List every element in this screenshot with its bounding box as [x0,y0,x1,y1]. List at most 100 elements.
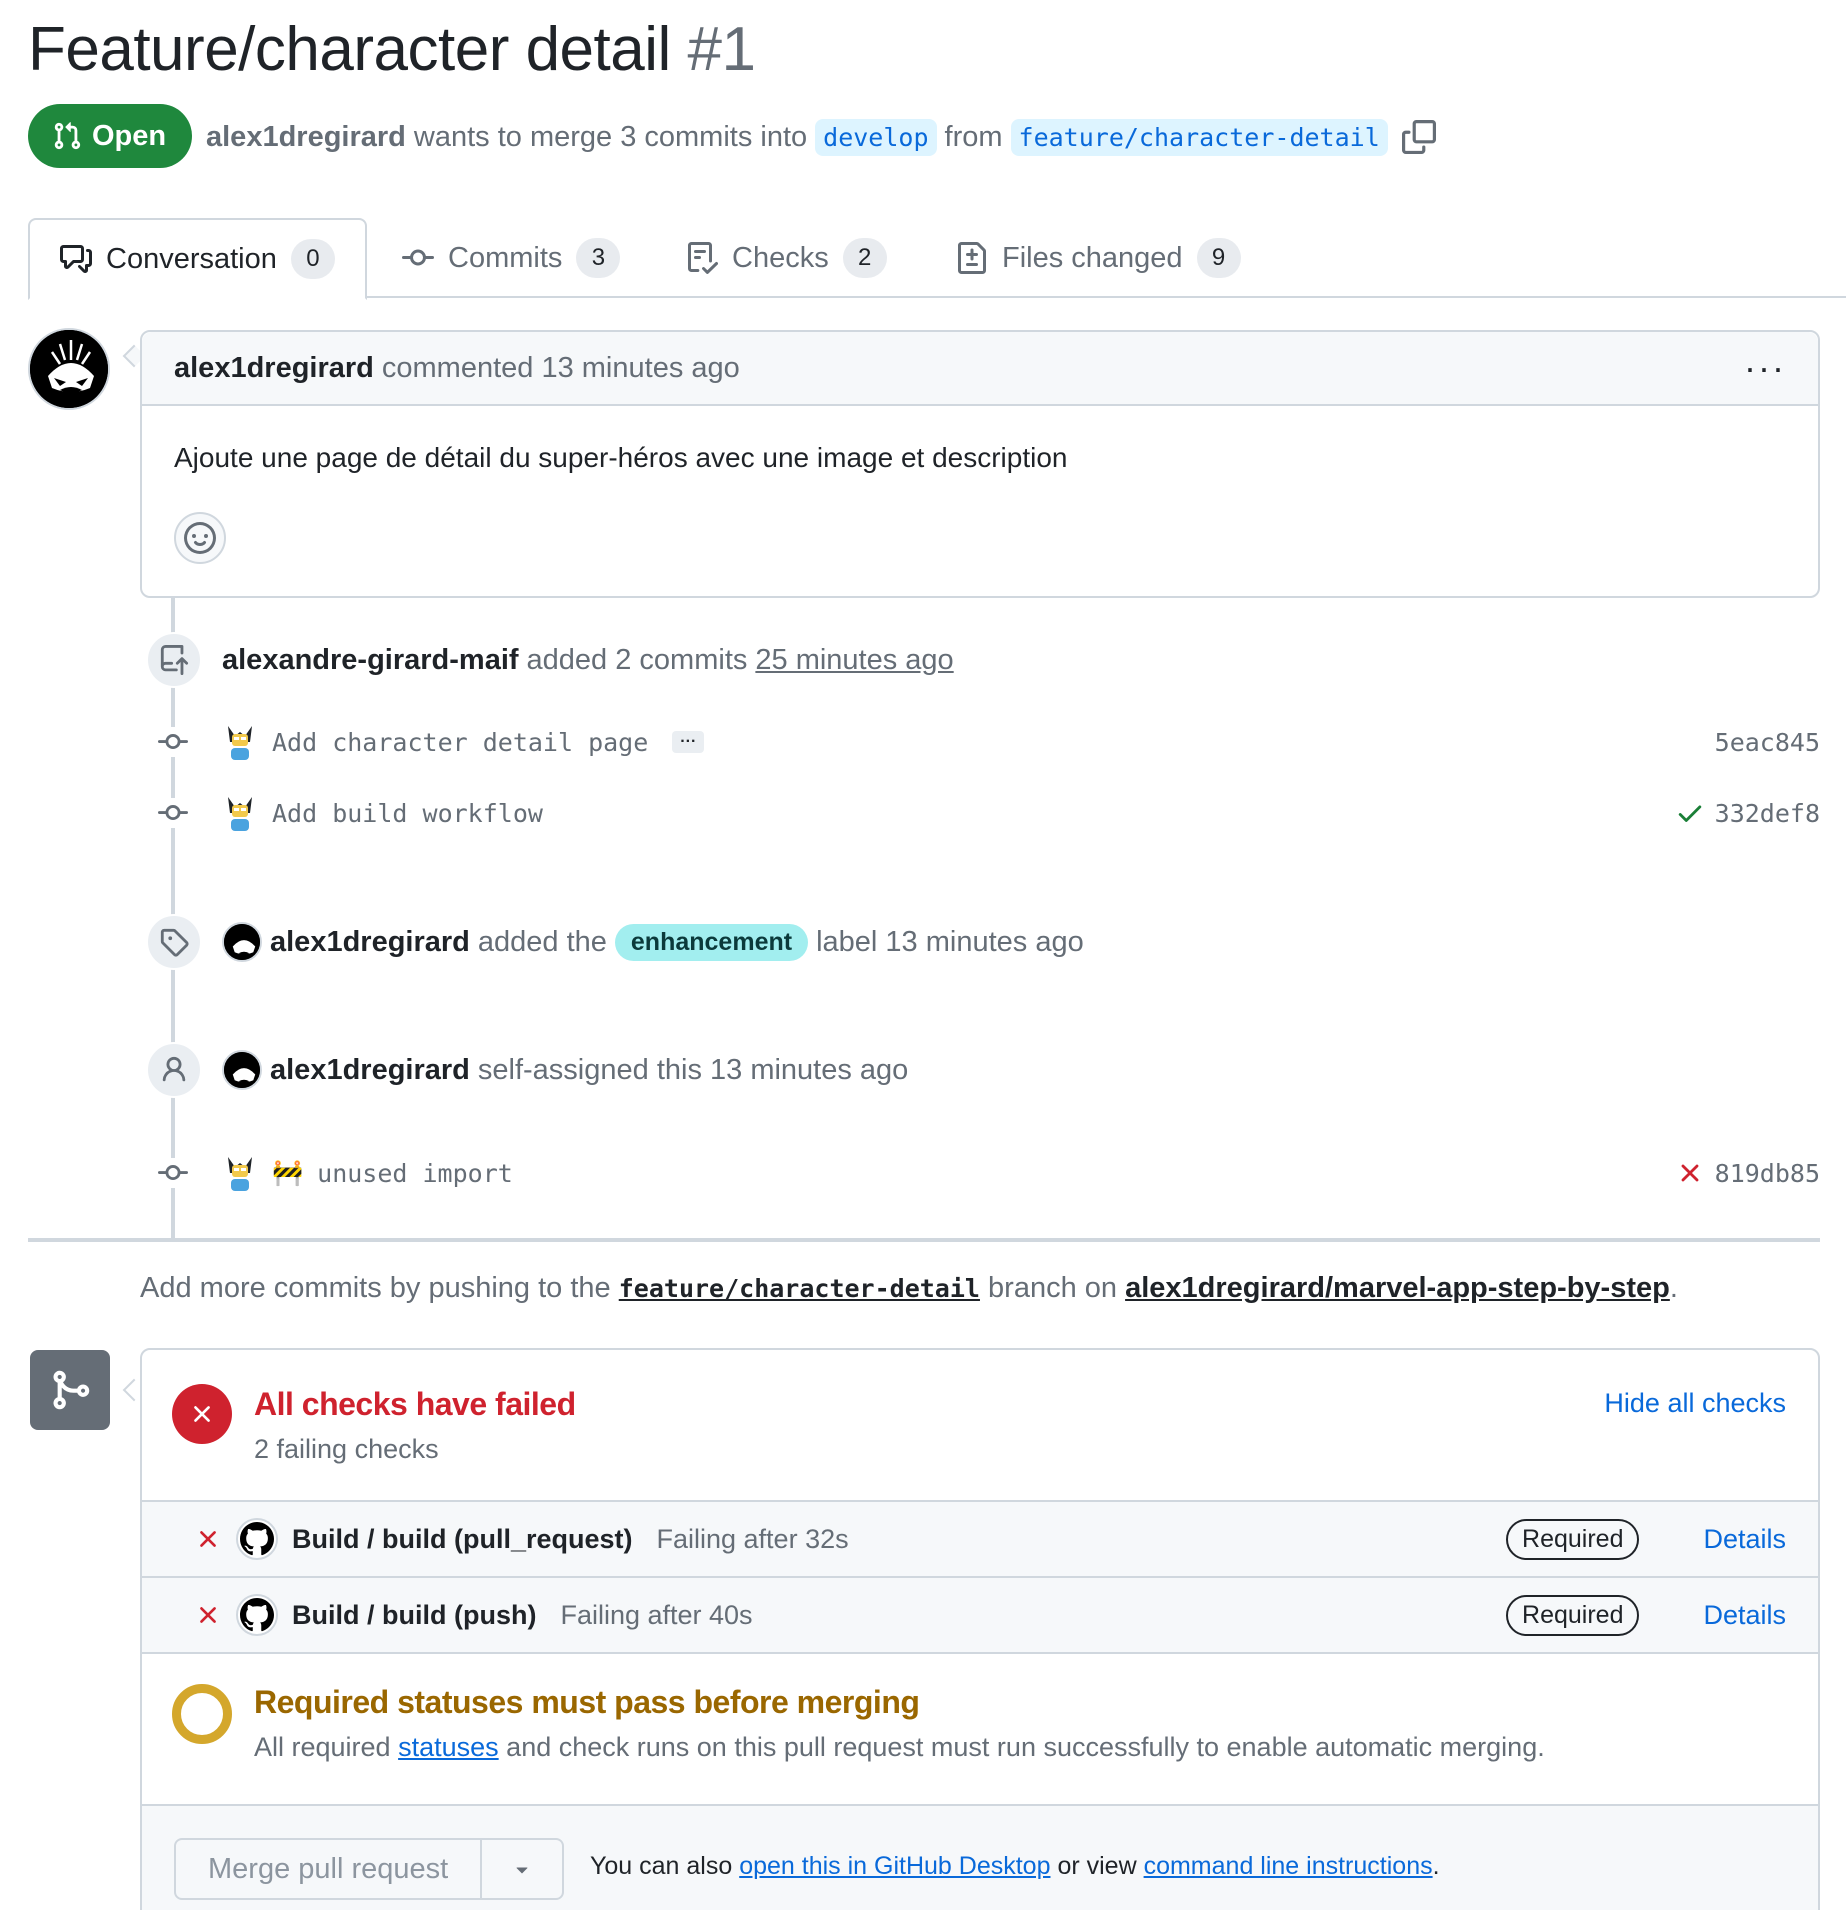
kebab-menu-icon[interactable]: ··· [1744,347,1786,389]
required-pre: All required [254,1732,391,1762]
check-name: Build / build (pull_request) [292,1523,633,1554]
merge-box: All checks have failed 2 failing checks … [140,1348,1820,1910]
push-time-link[interactable]: 25 minutes ago [755,644,953,677]
github-logo-icon [236,1518,278,1560]
file-diff-icon [958,242,986,274]
git-commit-icon [158,727,188,757]
repo-link[interactable]: alex1dregirard/marvel-app-step-by-step [1125,1272,1670,1304]
commit-message-link[interactable]: Add build workflow [272,799,543,828]
commit-sha-link[interactable]: 5eac845 [1715,728,1820,757]
commit-sha-link[interactable]: 819db85 [1675,1158,1820,1188]
x-icon [200,1531,216,1547]
comment-author-link[interactable]: alex1dregirard [174,352,374,385]
event-author-link[interactable]: alex1dregirard [270,1054,470,1087]
comment-header: alex1dregirard commented 13 minutes ago … [142,332,1818,406]
commit-sha: 5eac845 [1714,727,1820,757]
x-icon [200,1607,216,1623]
git-commit-icon [158,1158,188,1188]
merge-pull-request-button[interactable]: Merge pull request [176,1840,483,1898]
label-badge[interactable]: enhancement [614,923,809,961]
push-hint-pre: Add more commits by pushing to the [140,1272,611,1304]
commit-row: Add character detail page ··· 5eac845 [222,720,1820,764]
push-event-badge [146,632,202,688]
merge-note: You can also open this in GitHub Desktop… [590,1852,1440,1881]
timeline-divider [28,1238,1820,1242]
assign-event: alex1dregirard self-assigned this 13 min… [222,1042,908,1098]
smiley-icon [184,522,216,554]
x-icon[interactable] [1675,1158,1705,1188]
merge-method-dropdown[interactable] [482,1840,562,1898]
expand-commit-button[interactable]: ··· [672,731,705,753]
check-details-link[interactable]: Details [1703,1524,1786,1555]
check-row: Build / build (push) Failing after 40s R… [142,1576,1818,1652]
merge-note-pre: You can also [590,1852,733,1880]
push-hint-mid: branch on [988,1272,1118,1304]
tab-checks[interactable]: Checks 2 [686,218,887,298]
checks-title: All checks have failed [254,1386,576,1422]
merge-button-group: Merge pull request [174,1838,565,1900]
push-hint-post: . [1669,1272,1678,1304]
pr-number: #1 [687,15,756,84]
required-badge: Required [1506,1518,1640,1560]
check-row: Build / build (pull_request) Failing aft… [142,1500,1818,1576]
tab-files-changed[interactable]: Files changed 9 [956,218,1241,298]
git-commit-icon [402,249,434,266]
commit-row: 🚧 unused import 819db85 [222,1151,1820,1195]
github-logo-icon [236,1594,278,1636]
commit-row: Add build workflow 332def8 [222,791,1820,835]
copy-icon[interactable] [1401,120,1436,154]
event-author-link[interactable]: alex1dregirard [270,926,470,959]
commit-message-link[interactable]: unused import [317,1159,513,1188]
tab-conversation[interactable]: Conversation 0 [28,218,367,300]
avatar-image-icon [224,1052,260,1088]
required-badge: Required [1506,1594,1640,1636]
tab-label: Checks [732,241,829,274]
event-author-link[interactable]: alexandre-girard-maif [222,644,519,677]
push-text: added 2 commits [526,643,748,676]
head-branch[interactable]: feature/character-detail [1010,118,1388,156]
statuses-link[interactable]: statuses [398,1732,499,1762]
required-statuses-title: Required statuses must pass before mergi… [254,1684,920,1720]
tab-commits[interactable]: Commits 3 [402,218,621,298]
merge-status-icon-box [30,1350,110,1430]
pr-title-text: Feature/character detail [28,15,671,84]
tab-counter: 9 [1196,238,1241,278]
merge-text: wants to merge 3 commits into [413,120,808,153]
tab-label: Conversation [106,242,277,275]
commit-author-avatar-icon[interactable] [222,793,258,833]
required-post: and check runs on this pull request must… [506,1732,1545,1762]
commit-message-link[interactable]: Add character detail page [272,728,648,757]
command-line-instructions-link[interactable]: command line instructions [1144,1852,1433,1880]
state-badge-open: Open [28,104,193,168]
check-status: Failing after 40s [560,1599,753,1630]
assign-event-badge [146,1042,202,1098]
triangle-down-icon [516,1867,528,1874]
commit-author-avatar-icon[interactable] [222,722,258,762]
commit-author-avatar-icon[interactable] [222,1153,258,1193]
merge-actions-section: Merge pull request You can also open thi… [142,1804,1818,1910]
comment-meta[interactable]: commented 13 minutes ago [382,352,740,385]
tab-label: Files changed [1002,241,1183,274]
hide-all-checks-button[interactable]: Hide all checks [1604,1388,1786,1419]
check-icon[interactable] [1675,798,1705,828]
label-event-badge [146,914,202,970]
state-label: Open [92,119,167,152]
comment-box: alex1dregirard commented 13 minutes ago … [140,330,1820,598]
git-merge-icon [53,1370,90,1410]
pr-author-link[interactable]: alex1dregirard [206,121,406,154]
assign-text: self-assigned this 13 minutes ago [477,1053,909,1086]
avatar-image-icon [30,330,108,408]
avatar[interactable] [222,1050,262,1090]
push-event: alexandre-girard-maif added 2 commits 25… [222,632,954,688]
avatar[interactable] [222,922,262,962]
tab-counter: 2 [842,238,887,278]
check-details-link[interactable]: Details [1703,1600,1786,1631]
push-hint-branch[interactable]: feature/character-detail [619,1274,980,1303]
commit-sha: 819db85 [1714,1158,1820,1188]
commit-sha-link[interactable]: 332def8 [1675,798,1820,828]
github-desktop-link[interactable]: open this in GitHub Desktop [739,1852,1050,1880]
base-branch[interactable]: develop [815,118,937,156]
git-commit-icon [158,798,188,828]
avatar[interactable] [28,328,110,410]
add-reaction-button[interactable] [174,512,226,564]
